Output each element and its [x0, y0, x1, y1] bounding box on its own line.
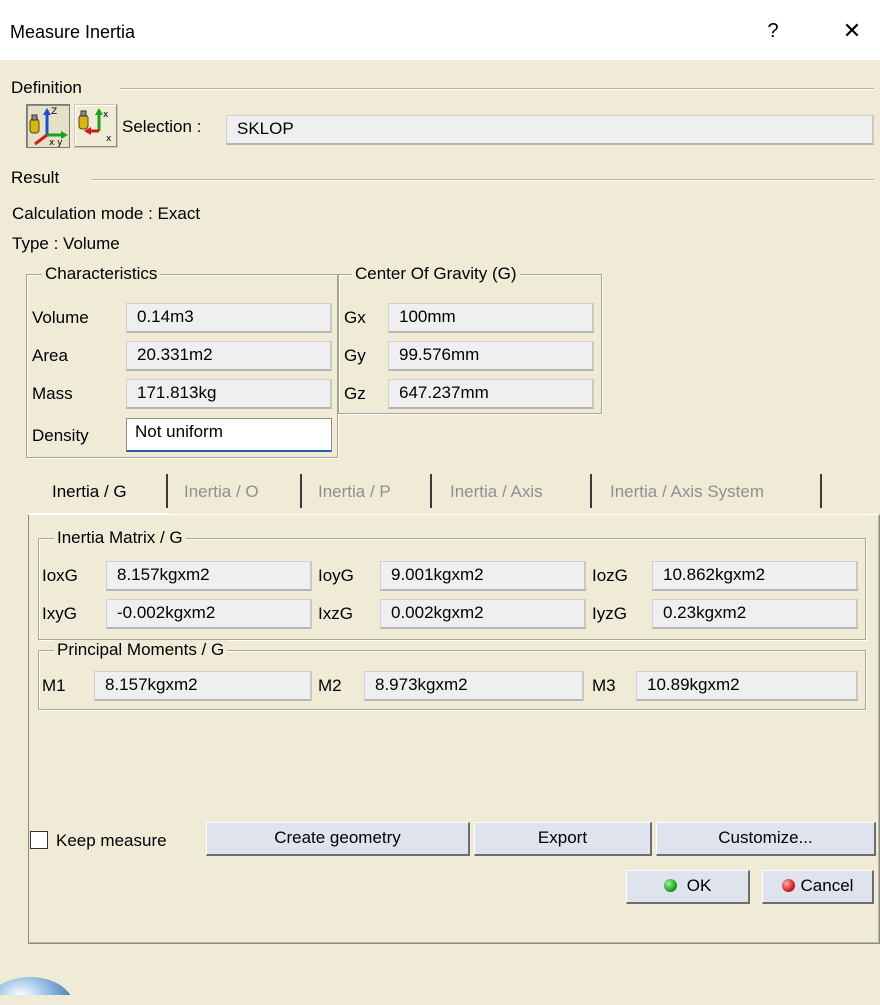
measure-inertia-3d-button[interactable]: Z x y [26, 104, 70, 148]
gx-label: Gx [344, 308, 366, 327]
measure-inertia-dialog: Measure Inertia ? ✕ Definition Z x y x x… [0, 0, 880, 1005]
ioxg-field: 8.157kgxm2 [106, 561, 312, 591]
measure-inertia-2d-button[interactable]: x x [74, 104, 118, 148]
area-field: 20.331m2 [126, 341, 332, 371]
result-group-label: Result [8, 168, 63, 188]
globe-decoration [0, 965, 70, 995]
tab-inertia-axis-system[interactable]: Inertia / Axis System [610, 482, 764, 514]
area-label: Area [32, 346, 68, 365]
inertia-matrix-group-label: Inertia Matrix / G [54, 528, 186, 548]
svg-text:x: x [103, 110, 109, 120]
cancel-button[interactable]: Cancel [762, 870, 874, 904]
density-field[interactable]: Not uniform [126, 418, 332, 452]
tab-separator [430, 474, 432, 508]
density-label: Density [32, 426, 89, 445]
svg-text:x: x [106, 134, 112, 144]
m2-field: 8.973kgxm2 [364, 671, 584, 701]
create-geometry-button[interactable]: Create geometry [206, 822, 470, 856]
selection-label: Selection : [122, 117, 202, 136]
cancel-dot-icon [781, 879, 795, 892]
gy-label: Gy [344, 346, 366, 365]
keep-measure-label: Keep measure [56, 831, 167, 850]
window-title: Measure Inertia [10, 22, 136, 42]
tab-separator [590, 474, 592, 508]
ok-label: OK [686, 876, 712, 895]
ioyg-field: 9.001kgxm2 [380, 561, 586, 591]
tab-separator [300, 474, 302, 508]
iozg-field: 10.862kgxm2 [652, 561, 858, 591]
svg-text:x y: x y [49, 138, 63, 147]
mass-label: Mass [32, 384, 73, 403]
m1-label: M1 [42, 676, 66, 695]
tab-separator [166, 474, 168, 508]
ioxg-label: IoxG [42, 566, 78, 585]
help-button[interactable]: ? [758, 16, 788, 46]
m1-field: 8.157kgxm2 [94, 671, 312, 701]
type-value: Volume [63, 234, 120, 253]
close-button[interactable]: ✕ [834, 16, 870, 46]
definition-divider [120, 88, 874, 90]
cancel-label: Cancel [800, 876, 854, 895]
result-divider [92, 179, 874, 181]
calculation-mode-value: Exact [157, 204, 201, 223]
ixyg-label: IxyG [42, 604, 77, 623]
ok-button[interactable]: OK [626, 870, 750, 904]
tab-inertia-o[interactable]: Inertia / O [184, 482, 259, 514]
tab-inertia-axis[interactable]: Inertia / Axis [450, 482, 543, 514]
principal-moments-group-label: Principal Moments / G [54, 640, 228, 660]
measure-inertia-3d-icon: Z x y [29, 107, 68, 148]
measure-inertia-2d-icon: x x [78, 108, 112, 144]
gz-field: 647.237mm [388, 379, 594, 409]
type-label: Type : Volume [12, 234, 120, 254]
volume-label: Volume [32, 308, 89, 327]
keep-measure-checkbox[interactable] [30, 831, 48, 849]
ioyg-label: IoyG [318, 566, 354, 585]
m3-field: 10.89kgxm2 [636, 671, 858, 701]
volume-field: 0.14m3 [126, 303, 332, 333]
title-bar: Measure Inertia ? ✕ [0, 0, 880, 60]
tab-inertia-g[interactable]: Inertia / G [52, 482, 127, 514]
export-button[interactable]: Export [474, 822, 652, 856]
gz-label: Gz [344, 384, 366, 403]
mass-field: 171.813kg [126, 379, 332, 409]
ixzg-field: 0.002kgxm2 [380, 599, 586, 629]
svg-text:Z: Z [51, 107, 57, 117]
ixyg-field: -0.002kgxm2 [106, 599, 312, 629]
gx-field: 100mm [388, 303, 594, 333]
iyzg-field: 0.23kgxm2 [652, 599, 858, 629]
iozg-label: IozG [592, 566, 628, 585]
customize-button[interactable]: Customize... [656, 822, 876, 856]
calculation-mode-caption: Calculation mode : [12, 204, 153, 223]
center-of-gravity-group-label: Center Of Gravity (G) [352, 264, 520, 284]
m3-label: M3 [592, 676, 616, 695]
calculation-mode-label: Calculation mode : Exact [12, 204, 200, 224]
iyzg-label: IyzG [592, 604, 627, 623]
gy-field: 99.576mm [388, 341, 594, 371]
tab-inertia-p[interactable]: Inertia / P [318, 482, 391, 514]
type-caption: Type : [12, 234, 59, 253]
characteristics-group-label: Characteristics [42, 264, 161, 284]
dialog-body: Definition Z x y x x Selection: SKLOP R… [0, 60, 880, 1005]
selection-field[interactable]: SKLOP [226, 115, 874, 145]
ixzg-label: IxzG [318, 604, 353, 623]
ok-dot-icon [663, 879, 677, 892]
m2-label: M2 [318, 676, 342, 695]
definition-group-label: Definition [8, 78, 85, 98]
tab-separator [820, 474, 822, 508]
